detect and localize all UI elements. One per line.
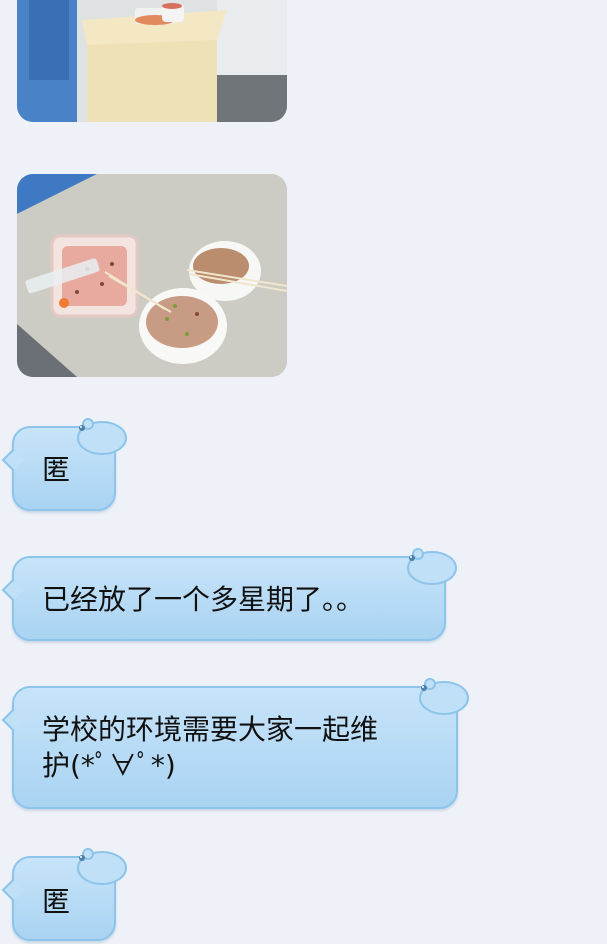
bubble-tail: [1, 448, 25, 472]
message-text: 匿: [42, 885, 71, 918]
bubble-tail: [1, 578, 25, 602]
message-text: 已经放了一个多星期了。。: [42, 583, 365, 616]
bubble-tail: [1, 878, 25, 902]
hippo-icon: [419, 678, 469, 715]
hippo-icon: [407, 548, 457, 585]
bubble-tail: [1, 708, 25, 732]
image-message[interactable]: [17, 174, 287, 377]
message-bubble[interactable]: 匿: [1, 418, 127, 511]
hippo-icon: [77, 848, 127, 885]
desk-food-containers-photo: [17, 0, 287, 122]
leftover-noodle-bowls-photo: [17, 174, 287, 377]
hippo-icon: [77, 418, 127, 455]
message-bubble[interactable]: 匿: [1, 848, 127, 941]
image-message[interactable]: [17, 0, 287, 122]
message-text: 匿: [42, 453, 71, 486]
message-bubble[interactable]: 已经放了一个多星期了。。: [1, 548, 457, 641]
message-bubble[interactable]: 学校的环境需要大家一起维 护(*ﾟ∀ﾟ*): [1, 678, 469, 809]
message-text: 学校的环境需要大家一起维 护(*ﾟ∀ﾟ*): [42, 713, 379, 782]
